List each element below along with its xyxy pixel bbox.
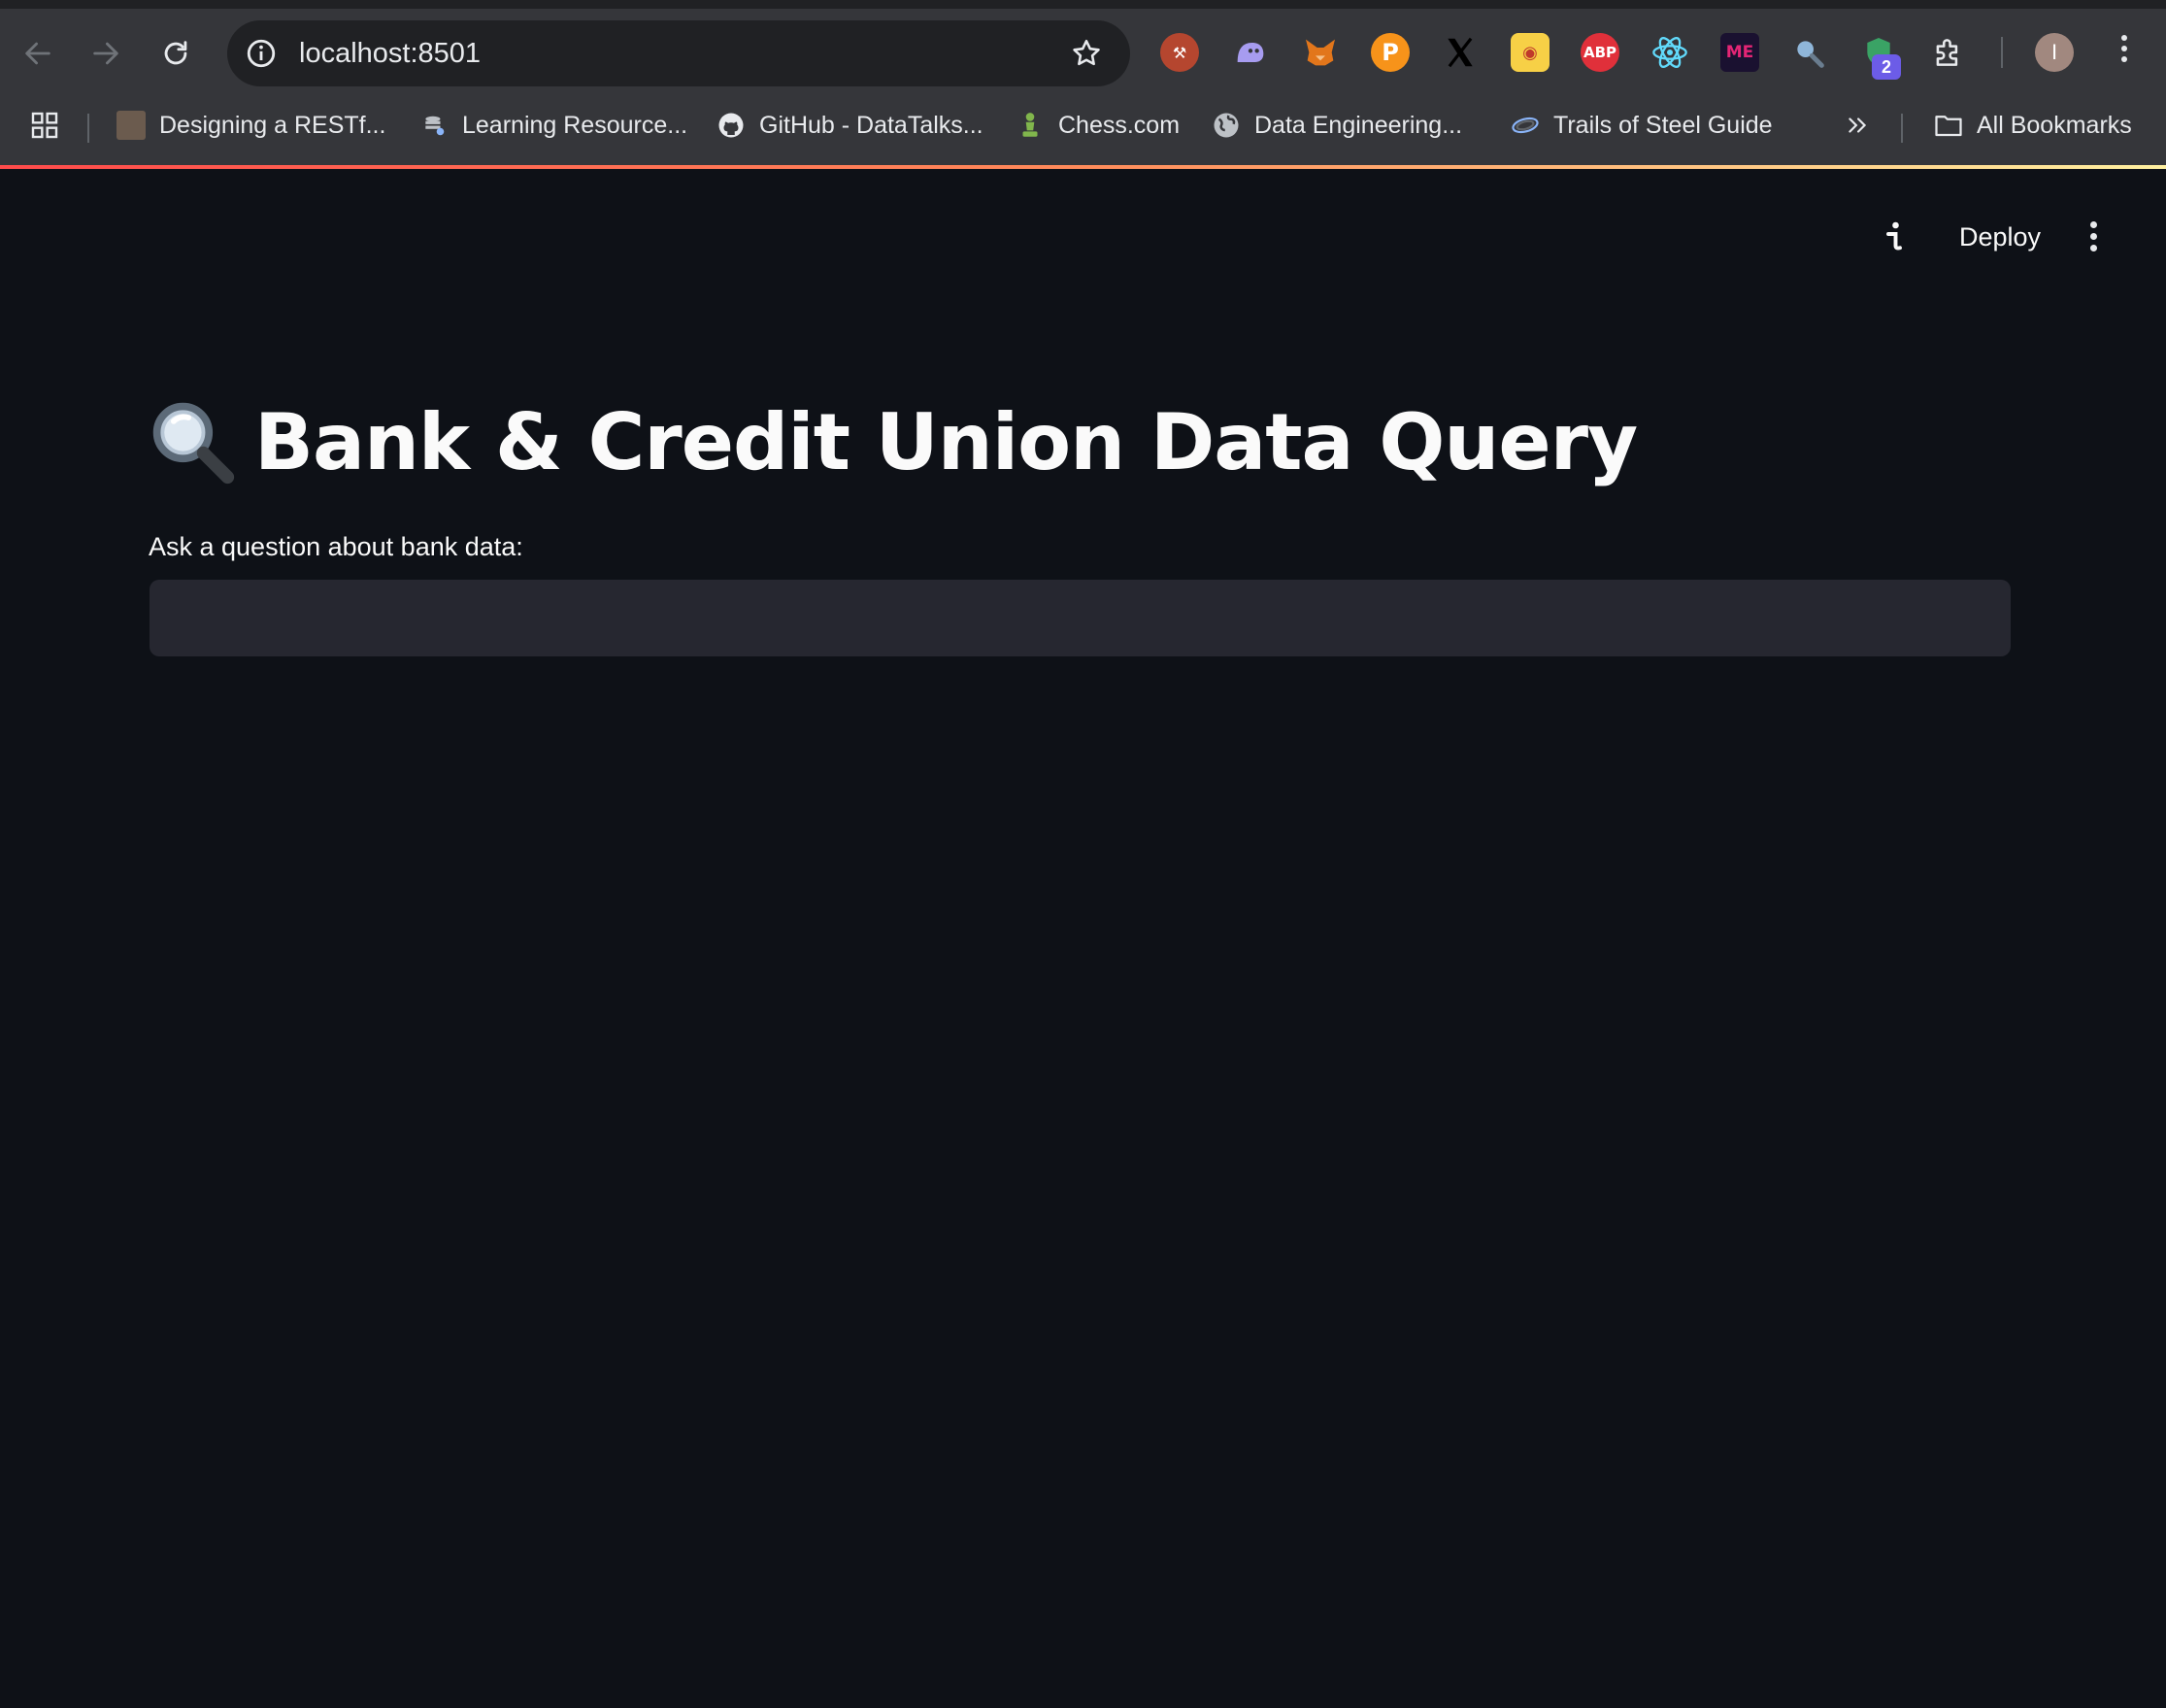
bookmarks-divider	[87, 114, 89, 143]
ghost-icon[interactable]	[1231, 33, 1270, 72]
url-text[interactable]: localhost:8501	[299, 38, 481, 69]
profile-avatar[interactable]: I	[2035, 33, 2074, 72]
bookmark-item[interactable]: Data Engineering...	[1212, 102, 1462, 149]
arrow-right-icon	[93, 42, 118, 65]
arrow-left-icon	[25, 42, 50, 65]
bookmark-item[interactable]: Chess.com	[1016, 102, 1180, 149]
adblock-plus-icon[interactable]: ABP	[1581, 33, 1619, 72]
magnifier-ext-icon[interactable]	[1789, 33, 1828, 72]
p-coin-icon[interactable]: P	[1371, 33, 1410, 72]
info-icon	[1886, 221, 1902, 251]
extension-badge: 2	[1872, 54, 1901, 80]
bookmark-label: GitHub - DataTalks...	[759, 111, 983, 139]
main-menu-button[interactable]	[2087, 218, 2099, 256]
avatar-thumb-icon	[117, 111, 146, 140]
folder-icon	[1934, 111, 1963, 140]
bookmarks-divider	[1901, 114, 1903, 143]
reload-button[interactable]	[151, 29, 200, 78]
metamask-fox-icon[interactable]	[1301, 33, 1340, 72]
bookmark-item[interactable]: GitHub - DataTalks...	[716, 102, 983, 149]
puzzle-piece-icon[interactable]	[1929, 33, 1968, 72]
back-button[interactable]	[14, 29, 62, 78]
kebab-menu-icon	[2087, 221, 2099, 252]
all-bookmarks-button[interactable]: All Bookmarks	[1934, 102, 2132, 149]
question-input[interactable]	[150, 580, 2011, 656]
bookmark-label: Designing a RESTf...	[159, 111, 386, 139]
tab-strip	[0, 0, 2166, 9]
database-icon	[419, 111, 449, 140]
github-icon	[716, 111, 746, 140]
bookmark-label: Data Engineering...	[1254, 111, 1463, 139]
bookmark-label: Chess.com	[1058, 111, 1181, 139]
more-bookmarks-icon[interactable]	[1845, 102, 1870, 149]
bookmark-item[interactable]: Designing a RESTf...	[117, 102, 385, 149]
bookmark-item[interactable]: Trails of Steel Guide	[1511, 102, 1773, 149]
page-title-text: Bank & Credit Union Data Query	[254, 396, 1638, 487]
magnifying-glass-icon	[152, 402, 235, 485]
toolbar-divider	[2001, 37, 2003, 68]
apps-grid-icon[interactable]	[29, 102, 60, 149]
swirl-logo-icon	[1511, 111, 1540, 140]
honey-icon[interactable]: ◉	[1511, 33, 1550, 72]
browser-menu-icon[interactable]	[2118, 35, 2130, 70]
question-input-label: Ask a question about bank data:	[149, 532, 523, 561]
address-bar[interactable]: localhost:8501	[227, 20, 1130, 86]
bookmark-star-icon[interactable]	[1070, 37, 1103, 70]
about-button[interactable]	[1880, 218, 1909, 256]
chess-pawn-icon	[1016, 111, 1045, 140]
page-title: Bank & Credit Union Data Query	[148, 388, 1638, 495]
bookmark-label: Learning Resource...	[462, 111, 688, 139]
app-decoration-bar	[0, 165, 2166, 169]
reload-icon	[164, 41, 187, 65]
magic-eden-icon[interactable]: ME	[1720, 33, 1759, 72]
all-bookmarks-label: All Bookmarks	[1977, 111, 2132, 139]
forward-button[interactable]	[82, 29, 130, 78]
pickaxe-icon[interactable]: ⚒	[1160, 33, 1199, 72]
bookmarks-bar: Designing a RESTf... Learning Resource..…	[0, 102, 2166, 168]
browser-toolbar: localhost:8501 ⚒ P ◉ ABP ME 2 I	[0, 0, 2166, 107]
bookmark-item[interactable]: Learning Resource...	[419, 102, 687, 149]
globe-icon	[1212, 111, 1241, 140]
x-logo-icon[interactable]	[1441, 33, 1480, 72]
bookmark-label: Trails of Steel Guide	[1553, 111, 1773, 139]
site-info-icon[interactable]	[245, 37, 278, 70]
react-devtools-icon[interactable]	[1650, 33, 1689, 72]
deploy-button[interactable]: Deploy	[1959, 218, 2041, 256]
